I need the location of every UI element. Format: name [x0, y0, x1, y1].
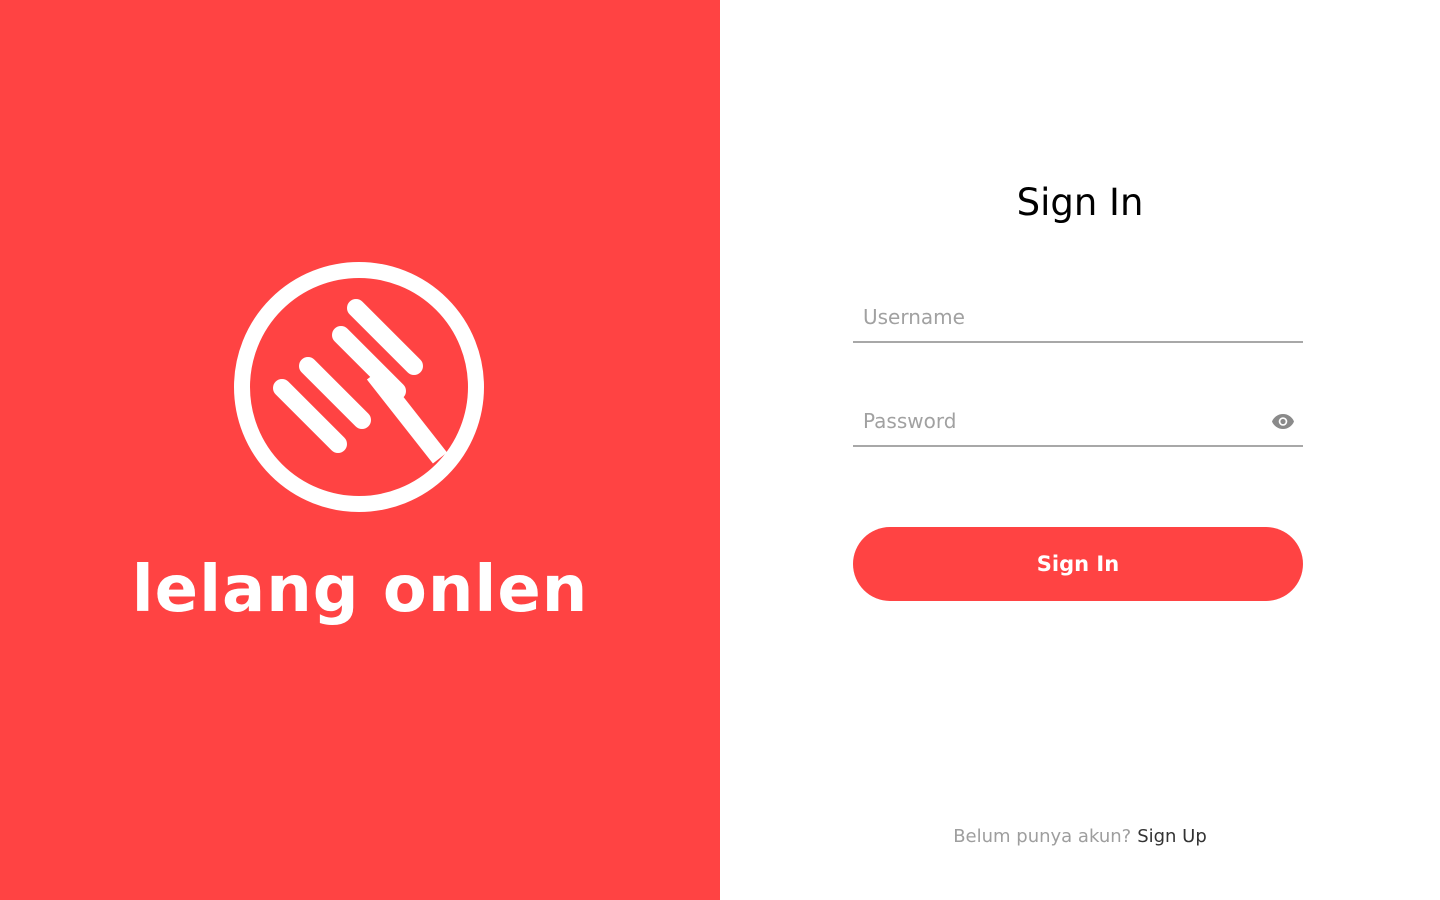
signup-row: Belum punya akun? Sign Up	[720, 823, 1440, 851]
password-field	[853, 397, 1303, 447]
brand-name: lelang onlen	[131, 553, 589, 627]
login-page: lelang onlen Sign In Sign In Belum punya…	[0, 0, 1440, 900]
gavel-circle-icon	[234, 262, 484, 512]
form-title: Sign In	[1016, 181, 1144, 224]
password-input[interactable]	[853, 397, 1303, 445]
signup-prompt: Belum punya akun?	[953, 826, 1132, 847]
username-input[interactable]	[853, 293, 1303, 341]
brand-panel: lelang onlen	[0, 0, 720, 900]
signin-form-panel: Sign In Sign In Belum punya akun?Sign Up	[720, 0, 1440, 900]
signin-button[interactable]: Sign In	[853, 527, 1303, 601]
signup-link[interactable]: Sign Up	[1137, 826, 1207, 847]
eye-icon[interactable]	[1271, 409, 1295, 433]
username-field	[853, 293, 1303, 343]
